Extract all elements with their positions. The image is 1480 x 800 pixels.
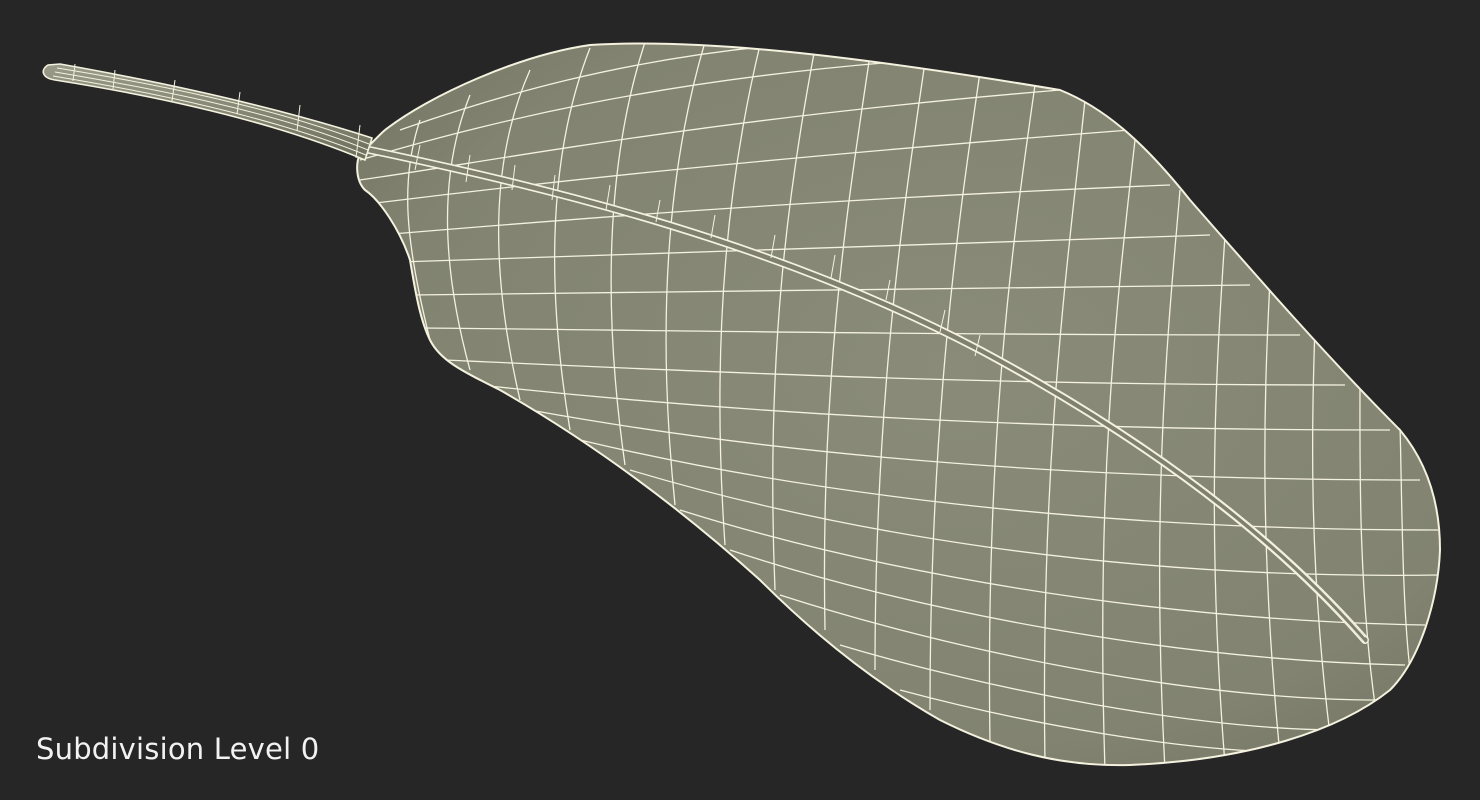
subdivision-level-caption: Subdivision Level 0	[36, 732, 320, 766]
3d-viewport	[42, 42, 1441, 767]
leaf-blade	[356, 42, 1441, 767]
